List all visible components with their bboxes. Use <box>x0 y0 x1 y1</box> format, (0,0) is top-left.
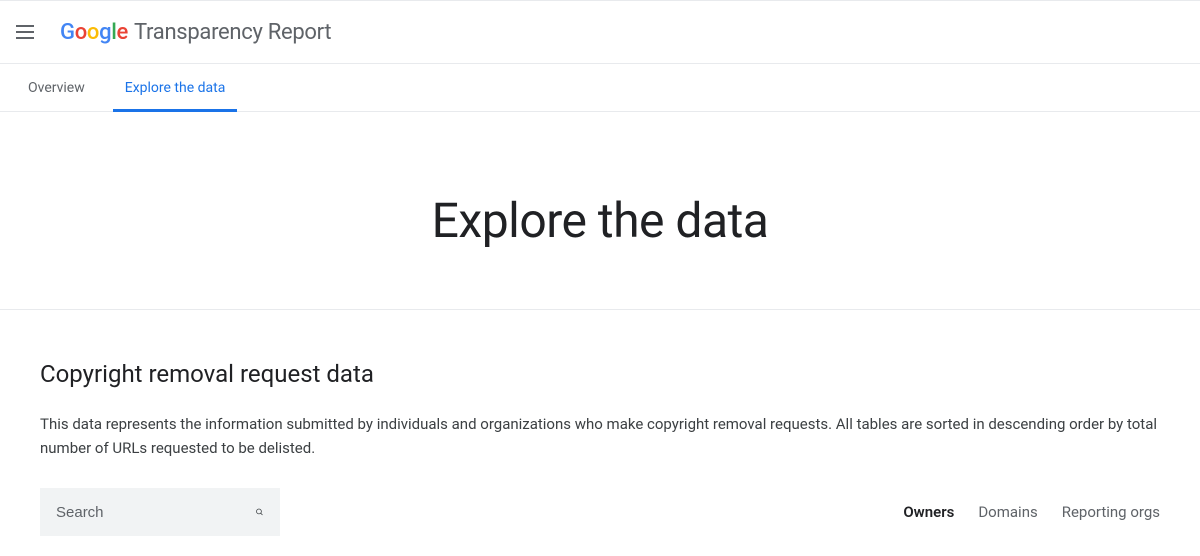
filter-tab-reporting-orgs[interactable]: Reporting orgs <box>1062 503 1160 521</box>
search-box[interactable] <box>40 488 280 536</box>
app-header: Google Transparency Report <box>0 0 1200 64</box>
search-input[interactable] <box>56 504 255 521</box>
google-logo[interactable]: Google Transparency Report <box>60 20 331 45</box>
logo-product-name: Transparency Report <box>134 20 331 45</box>
hero-section: Explore the data <box>0 112 1200 310</box>
hamburger-menu-icon[interactable] <box>16 20 40 44</box>
filter-tab-domains[interactable]: Domains <box>978 503 1037 521</box>
section-description: This data represents the information sub… <box>40 412 1160 460</box>
search-icon <box>255 502 264 522</box>
page-title: Explore the data <box>0 192 1200 249</box>
tab-explore-data[interactable]: Explore the data <box>121 64 230 112</box>
controls-row: Owners Domains Reporting orgs <box>40 488 1160 536</box>
section-title: Copyright removal request data <box>40 360 1160 388</box>
filter-tab-owners[interactable]: Owners <box>903 503 954 521</box>
logo-word: Google <box>60 20 128 45</box>
filter-tabs: Owners Domains Reporting orgs <box>903 503 1160 521</box>
tab-overview[interactable]: Overview <box>24 64 89 112</box>
nav-tabs: Overview Explore the data <box>0 64 1200 112</box>
content-section: Copyright removal request data This data… <box>0 310 1200 556</box>
